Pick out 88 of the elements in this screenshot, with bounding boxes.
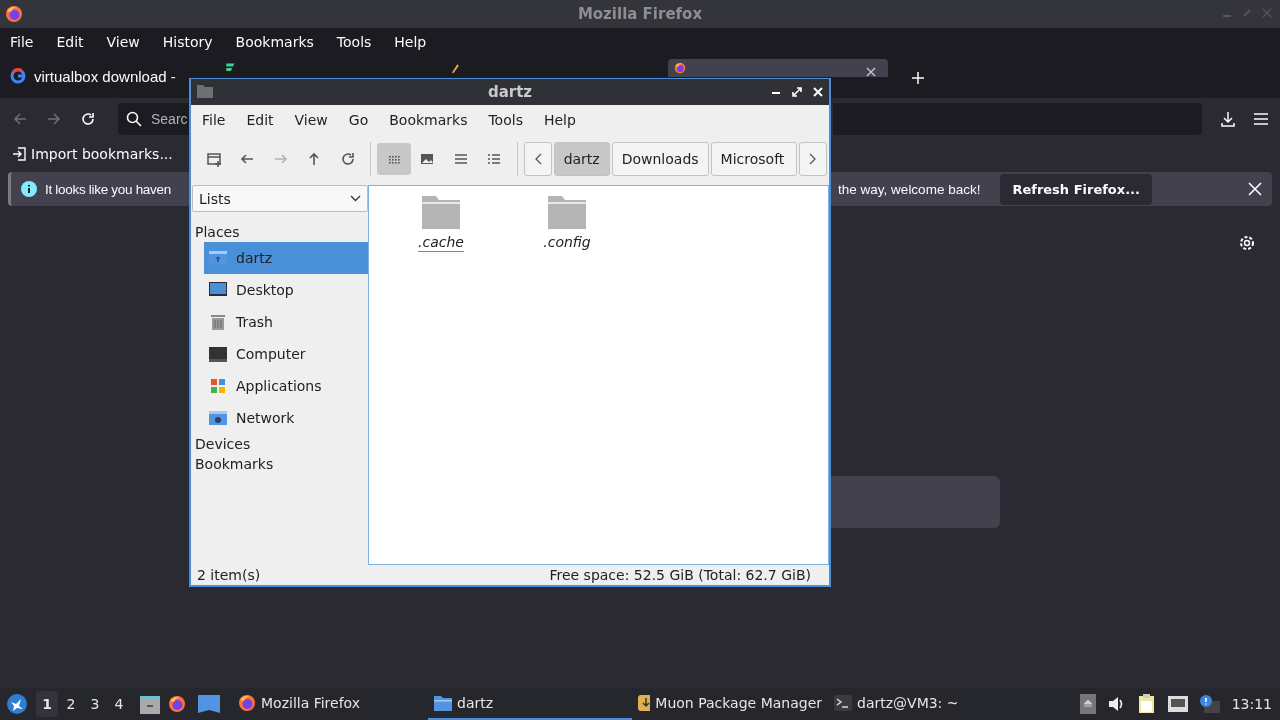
eject-icon[interactable]: [1079, 694, 1096, 714]
tab-logo-icon: [223, 62, 236, 74]
free-space: Free space: 52.5 GiB (Total: 62.7 GiB): [549, 567, 811, 583]
forward-icon[interactable]: [46, 111, 62, 127]
info-icon: [21, 181, 37, 197]
firefox-icon: [673, 62, 686, 74]
menu-item[interactable]: Bookmarks: [389, 112, 468, 128]
download-icon[interactable]: [1220, 111, 1236, 127]
menu-item[interactable]: History: [162, 34, 224, 50]
place-item[interactable]: Applications: [204, 370, 368, 402]
reload-icon: [339, 151, 356, 167]
import-icon: [12, 147, 26, 161]
section-heading[interactable]: Devices: [192, 434, 368, 454]
package-icon: [638, 695, 651, 711]
computer-icon: [208, 344, 228, 364]
menu-item[interactable]: File: [10, 34, 45, 50]
taskbar-task[interactable]: dartz: [428, 688, 632, 720]
chevron-down-icon: [350, 195, 361, 202]
search-field[interactable]: Searc: [118, 103, 189, 135]
network-folder-icon: [208, 408, 228, 428]
place-item[interactable]: Network: [204, 402, 368, 434]
back-icon[interactable]: [12, 111, 28, 127]
new-tab-icon[interactable]: [911, 72, 924, 84]
workspace-button[interactable]: 3: [84, 691, 106, 717]
browser-tab[interactable]: virtualbox download -: [4, 59, 176, 93]
workspace-button[interactable]: 2: [60, 691, 82, 717]
path-button[interactable]: dartz: [553, 142, 610, 176]
google-icon: [10, 68, 26, 84]
menu-item[interactable]: File: [202, 112, 226, 128]
menu-item[interactable]: Edit: [56, 34, 95, 50]
section-heading[interactable]: Places: [192, 222, 368, 242]
list-icon: [452, 151, 469, 167]
place-item[interactable]: Trash: [204, 306, 368, 338]
detail-list-icon: [486, 151, 503, 167]
taskbar-task[interactable]: Mozilla Firefox: [232, 688, 428, 720]
update-icon[interactable]: [1199, 695, 1220, 713]
reload-icon[interactable]: [80, 111, 96, 127]
refresh-button[interactable]: Refresh Firefox...: [1000, 173, 1152, 205]
clock: 13:11: [1231, 696, 1272, 712]
new-tab-icon: [205, 151, 222, 167]
clipboard-icon[interactable]: [1137, 694, 1156, 714]
window-title: dartz: [487, 83, 533, 101]
place-item[interactable]: dartz: [204, 242, 368, 274]
firefox-launcher-icon: [168, 695, 186, 713]
menu-item[interactable]: View: [294, 112, 328, 128]
taskbar-task[interactable]: dartz@VM3: ~: [828, 688, 1018, 720]
start-menu-icon[interactable]: [6, 693, 28, 715]
firefox-logo-icon: [5, 5, 23, 23]
path-button[interactable]: Microsoft: [710, 142, 798, 176]
browser-tab[interactable]: [667, 59, 888, 77]
place-item[interactable]: Computer: [204, 338, 368, 370]
image-icon: [419, 151, 436, 167]
file-name[interactable]: .cache: [418, 234, 464, 252]
terminal-icon: [834, 695, 852, 711]
window-title: Mozilla Firefox: [577, 5, 703, 23]
path-button[interactable]: Downloads: [611, 142, 709, 176]
bookmark-item[interactable]: Import bookmarks...: [12, 146, 173, 162]
folder-icon: [197, 84, 213, 98]
notification-text: the way, welcome back!: [838, 181, 981, 197]
firefox-icon: [238, 694, 256, 712]
workspace-button[interactable]: 1: [36, 691, 58, 717]
side-pane-dropdown[interactable]: Lists: [192, 185, 368, 212]
menu-item[interactable]: Tools: [488, 112, 523, 128]
notification-text: It looks like you haven: [45, 181, 171, 197]
menu-item[interactable]: Go: [348, 112, 369, 128]
window-icon[interactable]: [198, 695, 220, 713]
trash-icon: [208, 312, 228, 332]
workspace-button[interactable]: 4: [108, 691, 130, 717]
menu-icon[interactable]: [1254, 113, 1268, 125]
search-icon: [126, 111, 142, 127]
file-cabinet-icon[interactable]: [140, 694, 160, 714]
applications-icon: [208, 376, 228, 396]
folder-icon: [434, 695, 452, 711]
network-icon[interactable]: [1167, 696, 1188, 712]
section-heading[interactable]: Bookmarks: [192, 454, 368, 474]
file-name[interactable]: .config: [543, 234, 591, 251]
chevron-right-icon: [809, 153, 818, 165]
menu-item[interactable]: Help: [543, 112, 576, 128]
item-count: 2 item(s): [197, 567, 261, 583]
chevron-left-icon: [533, 153, 542, 165]
menu-item[interactable]: Bookmarks: [235, 34, 325, 50]
place-item[interactable]: Desktop: [204, 274, 368, 306]
menu-item[interactable]: Help: [394, 34, 438, 50]
taskbar-task[interactable]: Muon Package Manager: [632, 688, 828, 720]
menu-item[interactable]: Tools: [336, 34, 383, 50]
menu-item[interactable]: View: [106, 34, 151, 50]
settings-icon[interactable]: [1238, 234, 1256, 252]
menu-item[interactable]: Edit: [246, 112, 274, 128]
